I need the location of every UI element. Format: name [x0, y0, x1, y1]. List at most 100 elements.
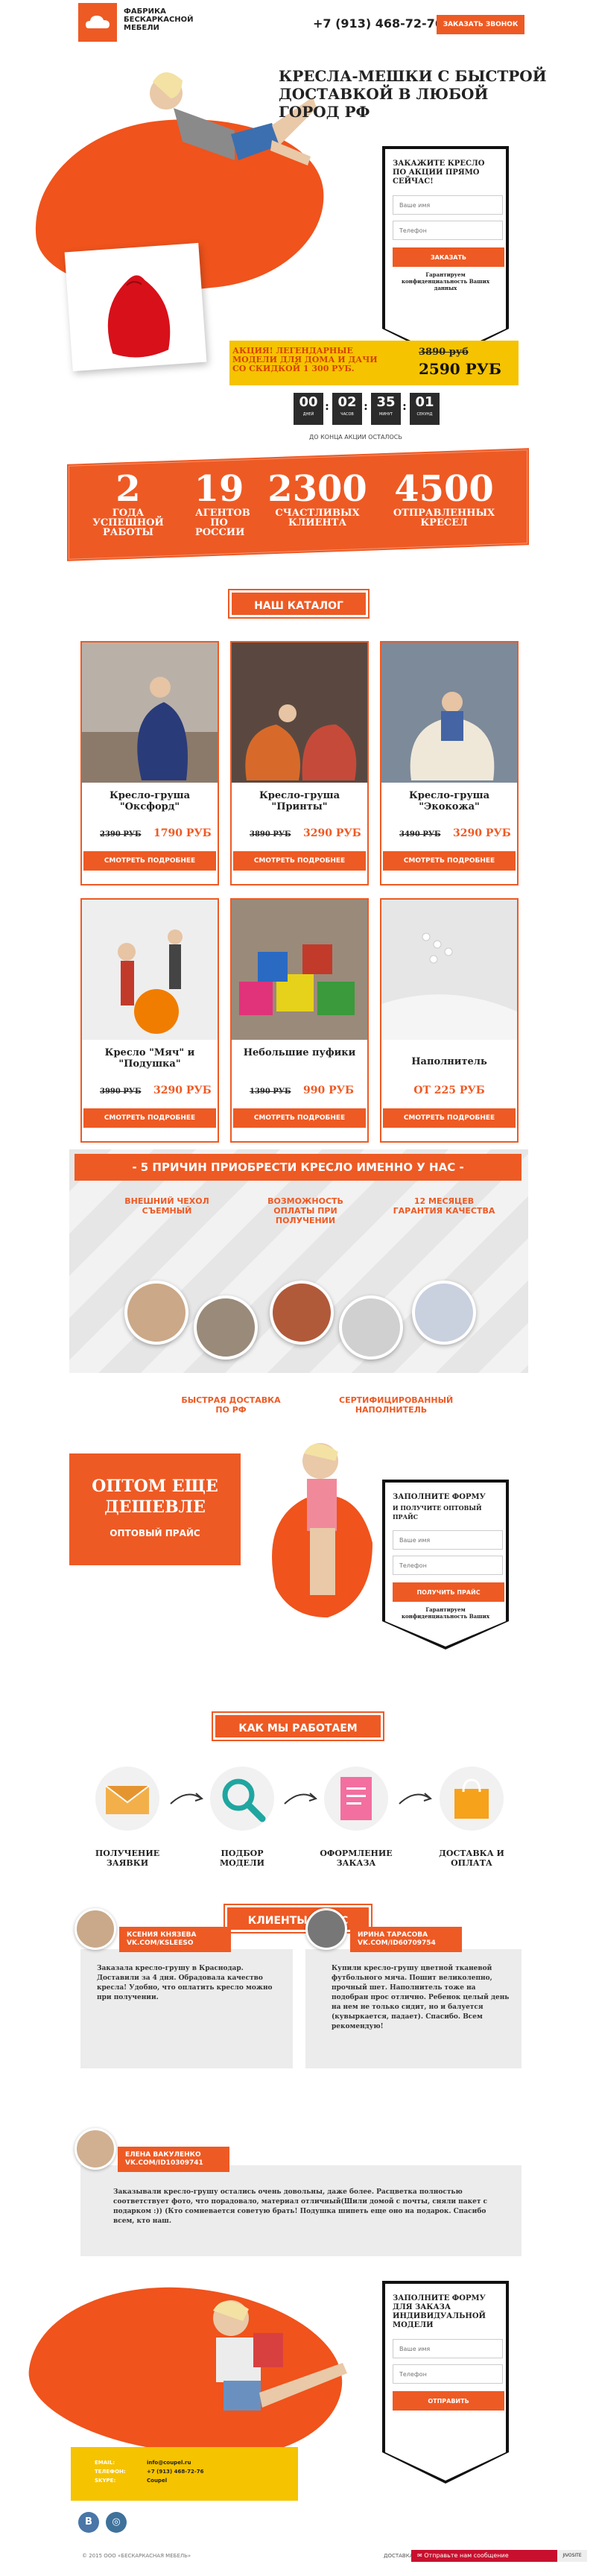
send-button[interactable]: ОТПРАВИТЬ [393, 2391, 504, 2411]
phone-label: ТЕЛЕФОН: [95, 2469, 126, 2475]
reason-label: ВНЕШНИЙ ЧЕХОЛ СЪЕМНЫЙ [124, 1196, 209, 1216]
product-more-button[interactable]: СМОТРЕТЬ ПОДРОБНЕЕ [83, 1108, 216, 1128]
timer-minutes: 35 МИНУТ [371, 393, 401, 425]
step-label: ДОСТАВКА И ОПЛАТА [439, 1849, 504, 1868]
product-photo [232, 900, 367, 1040]
timer-hours: 02 ЧАСОВ [332, 393, 362, 425]
footer-link[interactable]: ДОСТАВКА [384, 2553, 413, 2559]
reason-photo [412, 1281, 476, 1345]
timer-seconds-value: 01 [415, 394, 434, 410]
header-phone[interactable]: +7 (913) 468-72-76 [313, 16, 443, 31]
wholesale-form-subtitle: И ПОЛУЧИТЕ ОПТОВЫЙ ПРАЙС [393, 1504, 482, 1521]
product-price: 990 РУБ [303, 1085, 354, 1096]
woman-on-beanbag-illustration [272, 1443, 372, 1617]
step-label: ПОЛУЧЕНИЕ ЗАЯВКИ [95, 1849, 160, 1868]
document-icon [324, 1767, 388, 1831]
envelope-icon [95, 1767, 159, 1831]
logo-icon[interactable] [78, 3, 117, 42]
phone-value[interactable]: +7 (913) 468-72-76 [147, 2469, 204, 2475]
vk-icon[interactable]: В [78, 2512, 99, 2533]
product-more-button[interactable]: СМОТРЕТЬ ПОДРОБНЕЕ [233, 1108, 366, 1128]
reason-label: ВОЗМОЖНОСТЬ ОПЛАТЫ ПРИ ПОЛУЧЕНИИ [267, 1196, 343, 1225]
product-more-button[interactable]: СМОТРЕТЬ ПОДРОБНЕЕ [383, 851, 516, 871]
privacy-note: Гарантируем конфиденциальность Ваших дан… [401, 271, 490, 291]
timer-sep: : [402, 399, 407, 413]
review-author[interactable]: ИРИНА ТАРАСОВА VK.COM/ID60709754 [350, 1927, 462, 1952]
review-author[interactable]: ЕЛЕНА ВАКУЛЕНКО VK.COM/ID10309741 [118, 2147, 229, 2172]
chat-icon: ✉ [417, 2552, 425, 2559]
product-photo [232, 643, 367, 783]
product-price: 3290 РУБ [303, 827, 361, 839]
product-more-button[interactable]: СМОТРЕТЬ ПОДРОБНЕЕ [383, 1108, 516, 1128]
instagram-icon[interactable]: ◎ [106, 2512, 127, 2533]
product-card: Кресло-груша "Принты" 3890 РУБ 3290 РУБ … [230, 641, 369, 886]
product-more-button[interactable]: СМОТРЕТЬ ПОДРОБНЕЕ [233, 851, 366, 871]
stat-label: ОТПРАВЛЕННЫХ КРЕСЕЛ [393, 508, 495, 528]
skype-label: SKYPE: [95, 2478, 116, 2484]
review-text: Заказала кресло-грушу в Краснодар. Доста… [97, 1965, 273, 2001]
product-photo [381, 900, 517, 1040]
product-more-button[interactable]: СМОТРЕТЬ ПОДРОБНЕЕ [83, 851, 216, 871]
jivosite-badge[interactable]: JIVOSITE [557, 2550, 587, 2562]
arrow-icon [170, 1793, 203, 1805]
stat-number: 2300 [267, 468, 367, 510]
wholesale-banner: ОПТОМ ЕЩЕ ДЕШЕВЛЕ ОПТОВЫЙ ПРАЙС [69, 1453, 241, 1565]
avatar [74, 1908, 116, 1950]
stat-label: АГЕНТОВ ПО РОССИИ [195, 508, 250, 538]
timer-days: 00 ДНЕЙ [294, 393, 323, 425]
get-price-button[interactable]: ПОЛУЧИТЬ ПРАЙС [393, 1582, 504, 1602]
form-tip-inner [385, 1621, 506, 1647]
review-author[interactable]: КСЕНИЯ КНЯЗЕВА VK.COM/KSLEESO [119, 1927, 231, 1952]
name-input[interactable] [393, 1530, 503, 1550]
order-form-title: ЗАКАЖИТЕ КРЕСЛО ПО АКЦИИ ПРЯМО СЕЙЧАС! [393, 160, 485, 186]
timer-days-label: ДНЕЙ [302, 412, 314, 417]
callback-button[interactable]: ЗАКАЗАТЬ ЗВОНОК [437, 15, 524, 34]
stat-clients: 2300 СЧАСТЛИВЫХ КЛИЕНТА [265, 470, 370, 528]
avatar [74, 2128, 116, 2170]
wholesale-title: ОПТОМ ЕЩЕ ДЕШЕВЛЕ [92, 1477, 218, 1517]
chat-label: Отправьте нам сообщение [424, 2552, 509, 2559]
timer-seconds-label: СЕКУНД [416, 412, 433, 417]
step-label: ПОДБОР МОДЕЛИ [219, 1849, 265, 1868]
how-title: КАК МЫ РАБОТАЕМ [212, 1711, 384, 1741]
product-old-price: 3890 РУБ [250, 830, 291, 839]
phone-input[interactable] [393, 2364, 503, 2384]
product-name: Кресло-груша "Экокожа" [408, 790, 490, 812]
copyright: © 2015 ООО «БЕСКАРКАСНАЯ МЕБЕЛЬ» [82, 2553, 191, 2559]
timer-sep: : [364, 399, 368, 413]
timer-minutes-value: 35 [376, 394, 396, 410]
phone-input[interactable] [393, 221, 503, 240]
stat-years: 2 ГОДА УСПЕШНОЙ РАБОТЫ [76, 470, 180, 537]
name-input[interactable] [393, 195, 503, 215]
custom-form-title: ЗАПОЛНИТЕ ФОРМУ ДЛЯ ЗАКАЗА ИНДИВИДУАЛЬНО… [393, 2294, 486, 2329]
reason-photo [124, 1281, 188, 1345]
chat-widget-button[interactable]: ✉ Отправьте нам сообщение [411, 2550, 557, 2562]
skype-value[interactable]: Coupel [147, 2478, 167, 2484]
footer: © 2015 ООО «БЕСКАРКАСНАЯ МЕБЕЛЬ» ДОСТАВК… [0, 2545, 596, 2576]
product-card: Небольшие пуфики 1390 РУБ 990 РУБ СМОТРЕ… [230, 898, 369, 1143]
promo-old-price: 3890 руб [419, 347, 469, 358]
timer-sep: : [325, 399, 329, 413]
email-value[interactable]: info@coupel.ru [147, 2460, 191, 2466]
reason-photo [194, 1295, 258, 1360]
wholesale-form: ЗАПОЛНИТЕ ФОРМУ И ПОЛУЧИТЕ ОПТОВЫЙ ПРАЙС… [382, 1480, 509, 1626]
product-price: ОТ 225 РУБ [413, 1085, 485, 1096]
product-name: Кресло "Мяч" и "Подушка" [104, 1047, 195, 1070]
stat-label: ГОДА УСПЕШНОЙ РАБОТЫ [92, 508, 164, 538]
reason-photo [270, 1281, 334, 1345]
phone-input[interactable] [393, 1556, 503, 1575]
stat-agents: 19 АГЕНТОВ ПО РОССИИ [167, 470, 271, 537]
product-card: Кресло-груша "Экокожа" 3490 РУБ 3290 РУБ… [380, 641, 519, 886]
arrow-icon [399, 1793, 432, 1805]
stat-label: СЧАСТЛИВЫХ КЛИЕНТА [275, 508, 360, 528]
name-input[interactable] [393, 2339, 503, 2358]
order-submit-button[interactable]: ЗАКАЗАТЬ [393, 247, 504, 267]
logo-text: Фабрика бескаркасной мебели [124, 7, 194, 32]
form-tip-inner [385, 2452, 506, 2481]
reason-photo [339, 1295, 403, 1360]
stat-shipped: 4500 ОТПРАВЛЕННЫХ КРЕСЕЛ [392, 470, 496, 528]
product-old-price: 3990 РУБ [100, 1087, 142, 1096]
catalog-title: НАШ КАТАЛОГ [228, 589, 370, 619]
site-header: Фабрика бескаркасной мебели +7 (913) 468… [0, 0, 596, 52]
reason-label: БЫСТРАЯ ДОСТАВКА ПО РФ [181, 1395, 281, 1415]
